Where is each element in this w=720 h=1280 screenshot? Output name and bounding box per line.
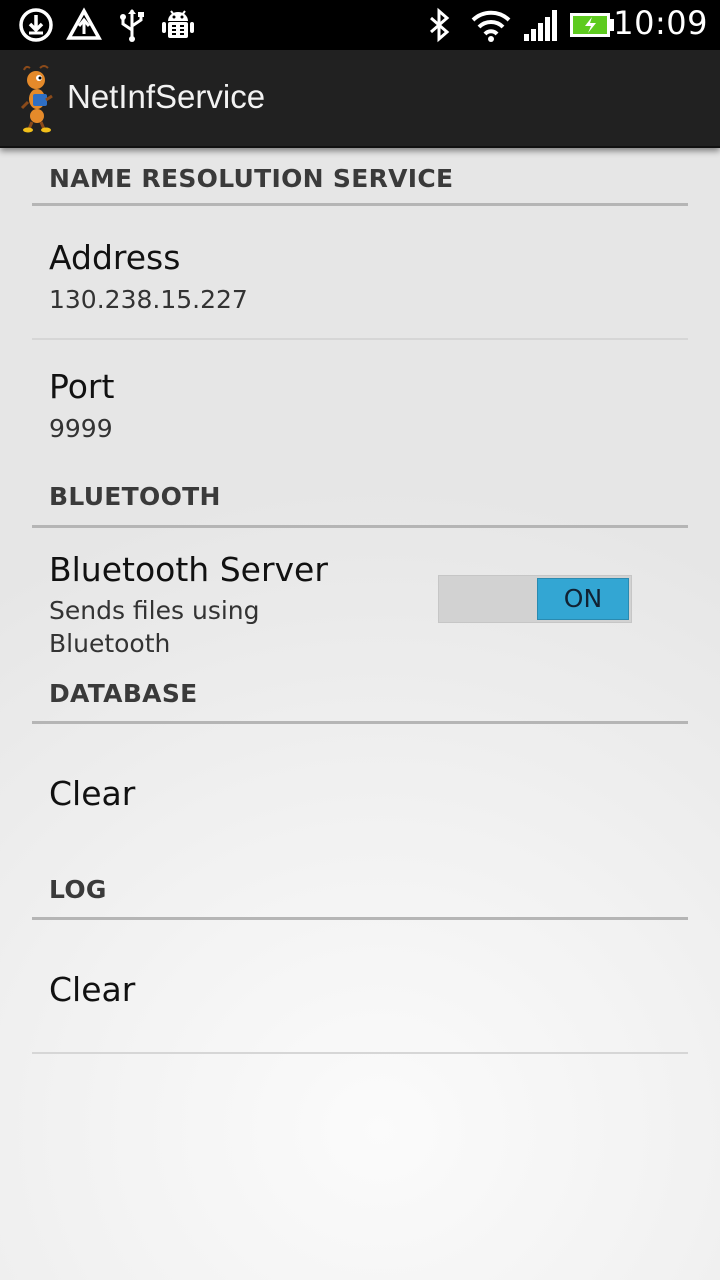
toggle-thumb: ON xyxy=(537,578,629,620)
action-bar: NetInfService xyxy=(0,50,720,148)
section-header-database: DATABASE xyxy=(32,671,688,724)
preference-list: NAME RESOLUTION SERVICE Address 130.238.… xyxy=(32,148,688,1054)
pref-summary: 130.238.15.227 xyxy=(49,285,248,314)
section-header-label: DATABASE xyxy=(49,679,198,708)
section-header-label: LOG xyxy=(49,875,107,904)
section-header-name-resolution: NAME RESOLUTION SERVICE xyxy=(32,148,688,206)
pref-title: Port xyxy=(49,367,115,406)
section-header-log: LOG xyxy=(32,864,688,920)
pref-bluetooth-server[interactable]: Bluetooth Server Sends files using Bluet… xyxy=(32,528,688,688)
android-debug-icon xyxy=(159,6,197,44)
pref-log-clear[interactable]: Clear xyxy=(32,920,688,1054)
pref-address[interactable]: Address 130.238.15.227 xyxy=(32,206,688,340)
battery-charging-icon xyxy=(568,6,616,44)
status-bar: 10:09 xyxy=(0,0,720,50)
pref-database-clear[interactable]: Clear xyxy=(32,724,688,864)
pref-port[interactable]: Port 9999 xyxy=(32,340,688,475)
wifi-icon xyxy=(470,6,512,44)
pref-summary: 9999 xyxy=(49,414,113,443)
pref-title: Clear xyxy=(49,774,136,813)
signal-icon xyxy=(521,6,559,44)
section-header-label: NAME RESOLUTION SERVICE xyxy=(49,164,454,193)
data-transfer-icon xyxy=(65,6,103,44)
bluetooth-icon xyxy=(420,6,458,44)
ant-mascot-icon[interactable] xyxy=(18,64,62,134)
usb-icon xyxy=(113,6,151,44)
clock: 10:09 xyxy=(613,4,708,42)
pref-title: Clear xyxy=(49,970,136,1009)
pref-title: Address xyxy=(49,238,181,277)
section-header-bluetooth: BLUETOOTH xyxy=(32,475,688,528)
pref-summary: Sends files using Bluetooth xyxy=(49,596,260,658)
download-sync-icon xyxy=(17,6,55,44)
app-title: NetInfService xyxy=(67,78,266,115)
bluetooth-server-toggle[interactable]: ON xyxy=(438,575,632,623)
section-header-label: BLUETOOTH xyxy=(49,482,221,511)
pref-title: Bluetooth Server xyxy=(49,550,328,589)
